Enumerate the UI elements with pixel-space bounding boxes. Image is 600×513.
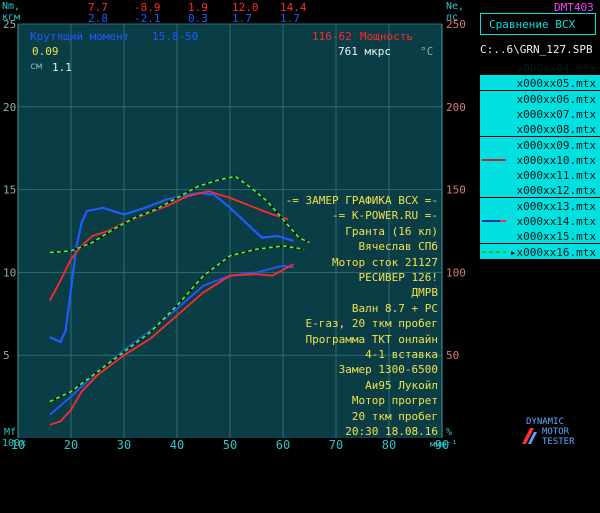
y-left-tick-label: 5 (3, 349, 10, 362)
logo-line-2: MOTOR (542, 427, 570, 437)
header-r2-4: 1.7 (232, 12, 252, 25)
right-axis-title-2: лс (446, 12, 459, 23)
annotation-line: Программа ТКТ онлайн (305, 332, 438, 346)
annotation-line: Гранта (16 кл) (345, 224, 438, 238)
brand-code: DMT403 (554, 1, 594, 14)
x-tick-label: 50 (223, 438, 237, 450)
y-right-tick-label: 200 (446, 101, 466, 114)
y-left-tick-label: 20 (3, 101, 16, 114)
mf-label: Mf (4, 427, 17, 438)
legend-swatch-blue (482, 220, 506, 222)
annotation-line: Мотор прогрет (351, 394, 438, 408)
x-prefix: 100x (2, 438, 27, 449)
file-item[interactable]: x000xx15.mtx (480, 228, 600, 244)
legend-swatch-green (482, 250, 506, 253)
logo-mark-icon (522, 428, 537, 444)
annotation-line: РЕСИВЕР 126! (358, 271, 438, 284)
x-tick-label: 80 (382, 438, 396, 450)
file-item[interactable]: x000xx05.mtx (480, 75, 600, 91)
legend-swatch-red (482, 158, 506, 161)
power-range: 116-62 (312, 30, 352, 43)
file-item-label: x000xx15.mtx (516, 230, 596, 244)
annotation-line: -= ЗАМЕР ГРАФИКА ВСХ =- (285, 194, 438, 207)
file-item-label: x000xx13.mtx (516, 199, 596, 213)
file-item-label: x000xx14.mtx (516, 215, 596, 228)
header-r2-2: -2.1 (134, 12, 161, 25)
cm-label: см (30, 61, 43, 72)
annotation-line: Замер 1300-6500 (338, 363, 438, 377)
x-tick-label: 60 (276, 438, 290, 450)
file-item[interactable]: x000xx09.mtx (480, 136, 600, 152)
annotation-line: -= K-POWER.RU =- (332, 209, 438, 223)
header-r2-5: 1.7 (280, 12, 300, 25)
annotation-line: 20 ткм пробег (351, 409, 438, 423)
file-item-label: x000xx11.mtx (516, 169, 596, 183)
file-item-label: x000xx06.mtx (516, 92, 596, 106)
annotation-line: Вячеслав СПб (358, 240, 438, 254)
logo: DYNAMIC MOTOR TESTER (520, 416, 600, 450)
y-right-tick-label: 100 (446, 266, 466, 279)
annotation-line: Е-газ, 20 ткм пробег (305, 317, 438, 331)
annotation-line: ДМРВ (411, 286, 439, 300)
pct-label: % (446, 427, 453, 438)
dyno-chart-screen: 10 20 30 40 50 60 70 80 90 5 10 15 20 25 50 100 150 200 25… (0, 0, 600, 450)
y-left-tick-label: 15 (3, 184, 16, 197)
file-item[interactable]: x000xx10.mtx (480, 151, 600, 167)
file-item-label: ▸x000xx16.mtx (509, 245, 596, 259)
torque-label: Крутящий момент (30, 30, 130, 43)
file-item-label: x000xx04.mtx (516, 62, 596, 75)
annotation-line: 20:30 18.08.16 (345, 425, 438, 438)
compare-button-label: Сравнение ВСХ (489, 18, 576, 31)
file-item-label: x000xx05.mtx (516, 77, 596, 91)
file-item-label: x000xx09.mtx (516, 138, 596, 152)
x-unit: мин⁻¹ (430, 440, 458, 450)
value-mks: 761 мкрс (338, 45, 391, 58)
value-1: 0.09 (32, 45, 59, 58)
cm-value: 1.1 (52, 61, 72, 74)
left-axis-title-2: кгм (2, 12, 21, 23)
file-item[interactable]: x000xx06.mtx (480, 90, 600, 106)
file-item[interactable]: x000xx13.mtx (480, 197, 600, 213)
file-item[interactable]: x000xx12.mtx (480, 182, 600, 198)
x-tick-label: 30 (117, 438, 131, 450)
file-item[interactable]: x000xx14.mtx (480, 213, 600, 228)
file-item[interactable]: ▸x000xx16.mtx (480, 243, 600, 259)
x-tick-label: 40 (170, 438, 184, 450)
file-item[interactable]: x000xx07.mtx (480, 105, 600, 121)
compare-button[interactable]: Сравнение ВСХ (480, 13, 596, 35)
file-path: C:..6\GRN_127.SPB (480, 43, 593, 56)
file-item-label: x000xx10.mtx (516, 153, 596, 167)
annotation-line: Аи95 Лукойл (365, 378, 438, 392)
file-item-label: x000xx07.mtx (516, 107, 596, 121)
annotation-line: Мотор сток 21127 (332, 255, 438, 269)
header-r2-1: 2.8 (88, 12, 108, 25)
header-r2-3: 0.3 (188, 12, 208, 25)
power-label: Мощность (360, 30, 413, 43)
y-right-tick-label: 50 (446, 349, 459, 362)
file-item[interactable]: x000xx04.mtx (480, 60, 600, 75)
annotation-line: 4-1 вставка (365, 348, 438, 361)
x-tick-label: 20 (64, 438, 78, 450)
x-tick-label: 70 (329, 438, 343, 450)
file-item-label: x000xx12.mtx (516, 184, 596, 198)
unit-c: °C (420, 45, 434, 58)
torque-range: 15.8-50 (152, 30, 199, 43)
y-right-tick-label: 150 (446, 184, 466, 197)
annotation-line: Валн 8.7 + РС (351, 301, 438, 315)
file-item[interactable]: x000xx08.mtx (480, 121, 600, 137)
file-item-label: x000xx08.mtx (516, 123, 596, 137)
file-item[interactable]: x000xx11.mtx (480, 167, 600, 183)
logo-line-3: TESTER (542, 437, 575, 447)
right-axis-title-1: Ne, (446, 1, 465, 12)
left-axis-title-1: Nm, (2, 1, 21, 12)
y-left-tick-label: 10 (3, 266, 16, 279)
